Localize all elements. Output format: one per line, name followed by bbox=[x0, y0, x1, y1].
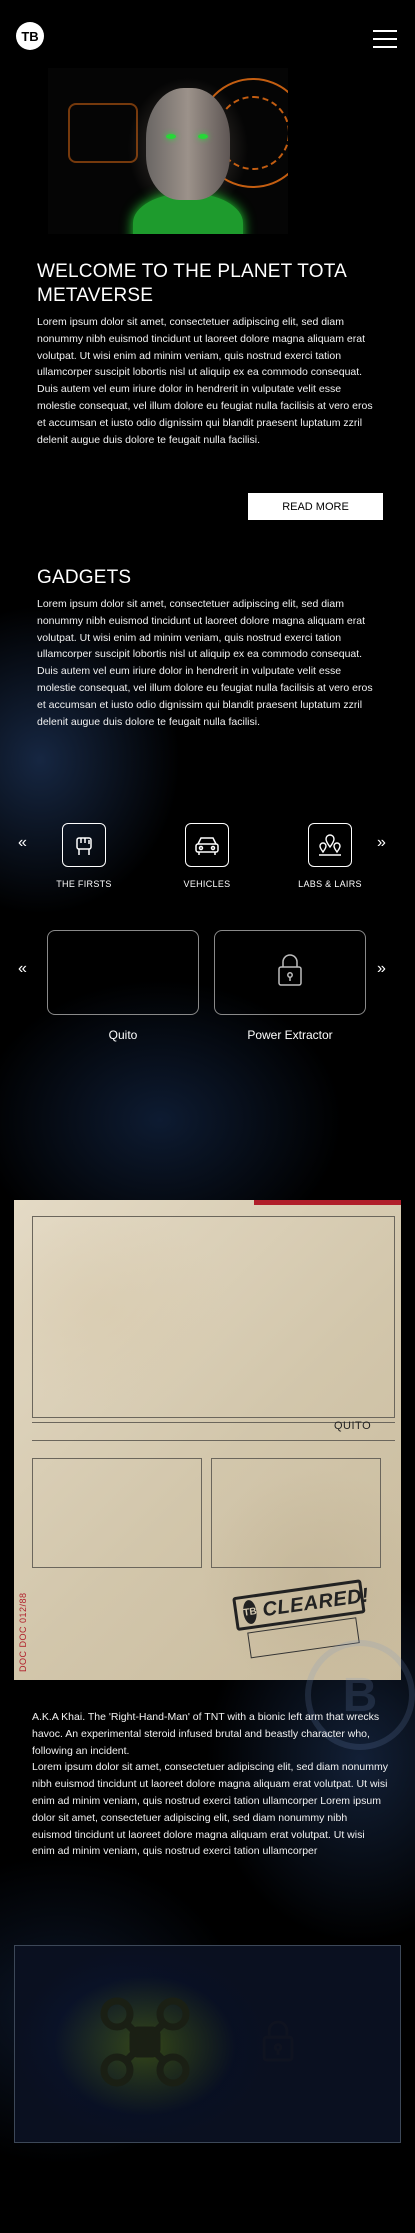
category-label: THE FIRSTS bbox=[56, 879, 112, 889]
hamburger-menu-icon[interactable] bbox=[373, 30, 397, 48]
character-dossier-image: QUITO DOC DOC 012/88 TB CLEARED! bbox=[14, 1200, 401, 1680]
lock-icon bbox=[275, 952, 305, 993]
vehicle-icon bbox=[185, 823, 229, 867]
stamp-word: CLEARED! bbox=[261, 1583, 371, 1621]
dossier-photo-frame bbox=[32, 1458, 202, 1568]
lock-icon bbox=[259, 2018, 297, 2069]
dossier-photo-frame bbox=[32, 1216, 395, 1418]
category-label: VEHICLES bbox=[183, 879, 231, 889]
hero-title: WELCOME TO THE PLANET TOTA METAVERSE bbox=[37, 261, 347, 306]
categories-prev-arrow[interactable]: « bbox=[18, 834, 27, 852]
category-label: LABS & LAIRS bbox=[298, 879, 362, 889]
dossier-side-code: DOC DOC 012/88 bbox=[18, 1592, 28, 1672]
category-labs-lairs[interactable]: LABS & LAIRS bbox=[280, 823, 380, 889]
dossier-name-tag: QUITO bbox=[334, 1420, 372, 1432]
gadgets-title: GADGETS bbox=[37, 567, 132, 588]
gadgets-prev-arrow[interactable]: « bbox=[18, 960, 27, 978]
tb-logo-icon[interactable]: TB bbox=[16, 22, 44, 50]
gadgets-body-text: Lorem ipsum dolor sit amet, consectetuer… bbox=[37, 598, 373, 728]
fist-icon bbox=[62, 823, 106, 867]
drone-preview-panel[interactable] bbox=[14, 1945, 401, 2143]
gadget-label-power-extractor: Power Extractor bbox=[247, 1028, 333, 1042]
category-vehicles[interactable]: VEHICLES bbox=[157, 823, 257, 889]
read-more-button[interactable]: READ MORE bbox=[248, 493, 383, 520]
site-header: TB bbox=[0, 0, 415, 70]
category-the-firsts[interactable]: THE FIRSTS bbox=[34, 823, 134, 889]
profile-body-text: A.K.A Khai. The 'Right-Hand-Man' of TNT … bbox=[32, 1711, 388, 1858]
dossier-photo-frame bbox=[211, 1458, 381, 1568]
drone-icon bbox=[97, 1994, 193, 2095]
gadgets-next-arrow[interactable]: » bbox=[377, 960, 386, 978]
map-pins-icon bbox=[308, 823, 352, 867]
tb-seal-icon: TB bbox=[241, 1599, 259, 1625]
gadget-label-quito: Quito bbox=[108, 1028, 138, 1042]
hero-character-image bbox=[48, 68, 288, 234]
hero-body-text: Lorem ipsum dolor sit amet, consectetuer… bbox=[37, 316, 373, 446]
gadget-card-power-extractor[interactable] bbox=[214, 930, 366, 1015]
gadget-card-quito[interactable] bbox=[47, 930, 199, 1015]
